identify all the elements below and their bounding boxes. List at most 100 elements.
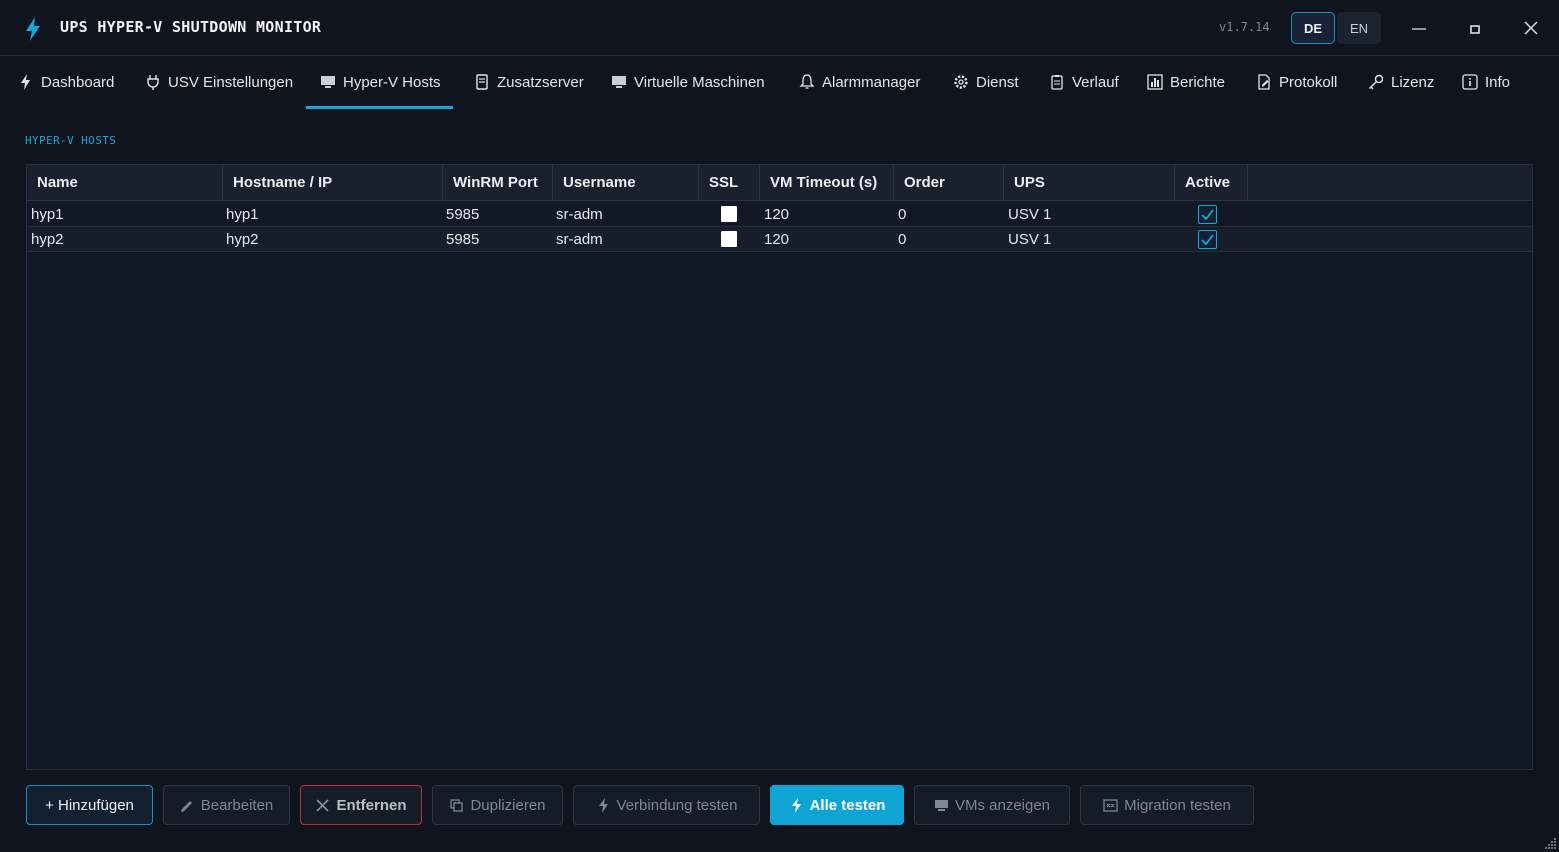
tab-label: Protokoll — [1279, 73, 1338, 91]
tab-usv-einstellungen[interactable]: USV Einstellungen — [145, 57, 293, 107]
tab-alarmmanager[interactable]: Alarmmanager — [799, 57, 920, 107]
active-checkbox[interactable] — [1198, 230, 1217, 249]
tab-label: Alarmmanager — [822, 73, 921, 91]
tab-zusatzserver[interactable]: Zusatzserver — [474, 57, 584, 107]
table-row[interactable]: hyp2 hyp2 5985 sr-adm 120 0 USV 1 — [27, 227, 1532, 252]
monitor-icon — [934, 799, 948, 811]
tab-label: Virtuelle Maschinen — [634, 73, 765, 91]
duplicate-button[interactable]: Duplizieren — [432, 785, 563, 825]
tab-berichte[interactable]: Berichte — [1147, 57, 1225, 107]
add-button[interactable]: + Hinzufügen — [26, 785, 153, 825]
tab-verlauf[interactable]: Verlauf — [1049, 57, 1119, 107]
bolt-icon — [21, 74, 30, 90]
minimize-icon[interactable] — [1405, 14, 1433, 42]
tab-virtuelle-maschinen[interactable]: Virtuelle Maschinen — [611, 57, 765, 107]
tab-label: Info — [1485, 73, 1511, 91]
add-button-label: + Hinzufügen — [45, 796, 134, 814]
resize-grip-icon[interactable] — [1543, 836, 1557, 850]
column-header-ups[interactable]: UPS — [1004, 165, 1175, 201]
cell-port: 5985 — [446, 206, 480, 223]
tab-protokoll[interactable]: Protokoll — [1256, 57, 1337, 107]
table-row[interactable]: hyp1 hyp1 5985 sr-adm 120 0 USV 1 — [27, 202, 1532, 227]
duplicate-button-label: Duplizieren — [470, 796, 546, 814]
tab-label: USV Einstellungen — [168, 73, 294, 91]
edit-button-label: Bearbeiten — [200, 796, 274, 814]
tab-label: Lizenz — [1391, 73, 1435, 91]
cell-timeout: 120 — [764, 206, 790, 223]
bolt-icon — [791, 797, 801, 813]
tab-lizenz[interactable]: Lizenz — [1368, 57, 1434, 107]
cell-ups: USV 1 — [1008, 206, 1052, 223]
test-connection-button-label: Verbindung testen — [616, 796, 738, 814]
maximize-icon[interactable] — [1461, 14, 1489, 42]
version-label: v1.7.14 — [1219, 20, 1270, 34]
cell-name: hyp1 — [31, 206, 64, 223]
info-icon — [1462, 74, 1478, 90]
key-icon — [1369, 74, 1384, 90]
column-header-order[interactable]: Order — [894, 165, 1004, 201]
cell-hostname: hyp1 — [226, 206, 259, 223]
plug-icon — [147, 75, 159, 90]
test-connection-button[interactable]: Verbindung testen — [573, 785, 760, 825]
tab-label: Berichte — [1170, 73, 1226, 91]
tab-label: Hyper-V Hosts — [343, 73, 441, 91]
column-header-ssl[interactable]: SSL — [699, 165, 760, 201]
cell-timeout: 120 — [764, 231, 790, 248]
edit-doc-icon — [1258, 74, 1270, 90]
active-checkbox[interactable] — [1198, 205, 1217, 224]
server-icon — [476, 74, 488, 90]
tab-dashboard[interactable]: Dashboard — [18, 57, 114, 107]
bar-chart-icon — [1147, 74, 1163, 90]
migration-icon — [1103, 798, 1118, 812]
checkmark-icon — [1201, 209, 1214, 221]
bell-icon — [799, 74, 815, 89]
tab-label: Dienst — [976, 73, 1019, 91]
ssl-checkbox[interactable] — [721, 231, 737, 247]
tab-info[interactable]: Info — [1462, 57, 1510, 107]
cell-order: 0 — [898, 231, 907, 248]
cell-username: sr-adm — [556, 206, 603, 223]
tab-label: Zusatzserver — [497, 73, 584, 91]
language-en-button[interactable]: EN — [1337, 12, 1381, 44]
title-bar: UPS HYPER-V SHUTDOWN MONITOR v1.7.14 DE … — [0, 0, 1559, 56]
gear-icon — [954, 75, 968, 89]
edit-button[interactable]: Bearbeiten — [163, 785, 290, 825]
clipboard-icon — [1051, 75, 1063, 90]
column-header-name[interactable]: Name — [27, 165, 223, 201]
tab-dienst[interactable]: Dienst — [953, 57, 1019, 107]
test-all-button[interactable]: Alle testen — [770, 785, 904, 825]
app-title: UPS HYPER-V SHUTDOWN MONITOR — [60, 18, 322, 36]
ssl-checkbox[interactable] — [721, 206, 737, 222]
cell-username: sr-adm — [556, 231, 603, 248]
tab-label: Dashboard — [41, 73, 115, 91]
copy-icon — [450, 798, 464, 812]
test-migration-button[interactable]: Migration testen — [1080, 785, 1254, 825]
cell-hostname: hyp2 — [226, 231, 259, 248]
table-header: Name Hostname / IP WinRM Port Username S… — [27, 165, 1532, 201]
language-de-button[interactable]: DE — [1291, 12, 1335, 44]
show-vms-button[interactable]: VMs anzeigen — [914, 785, 1070, 825]
cell-ups: USV 1 — [1008, 231, 1052, 248]
bolt-icon — [598, 797, 608, 813]
column-header-active[interactable]: Active — [1175, 165, 1248, 201]
close-icon[interactable] — [1517, 14, 1545, 42]
remove-button-label: Entfernen — [336, 796, 407, 814]
monitor-icon — [612, 76, 626, 88]
hosts-table[interactable]: Name Hostname / IP WinRM Port Username S… — [26, 164, 1533, 770]
show-vms-button-label: VMs anzeigen — [954, 796, 1051, 814]
cell-name: hyp2 — [31, 231, 64, 248]
test-migration-button-label: Migration testen — [1124, 796, 1231, 814]
cell-port: 5985 — [446, 231, 480, 248]
section-title: HYPER-V HOSTS — [25, 134, 117, 147]
column-header-hostname[interactable]: Hostname / IP — [223, 165, 443, 201]
tab-hyper-v-hosts[interactable]: Hyper-V Hosts — [306, 57, 453, 109]
remove-button[interactable]: Entfernen — [300, 785, 422, 825]
tab-label: Verlauf — [1072, 73, 1119, 91]
column-header-username[interactable]: Username — [553, 165, 699, 201]
column-header-vm-timeout[interactable]: VM Timeout (s) — [760, 165, 894, 201]
close-icon — [316, 798, 330, 812]
main-tabs: Dashboard USV Einstellungen Hyper-V Host… — [0, 57, 1559, 109]
checkmark-icon — [1201, 234, 1214, 246]
column-header-winrm-port[interactable]: WinRM Port — [443, 165, 553, 201]
test-all-button-label: Alle testen — [809, 796, 886, 814]
